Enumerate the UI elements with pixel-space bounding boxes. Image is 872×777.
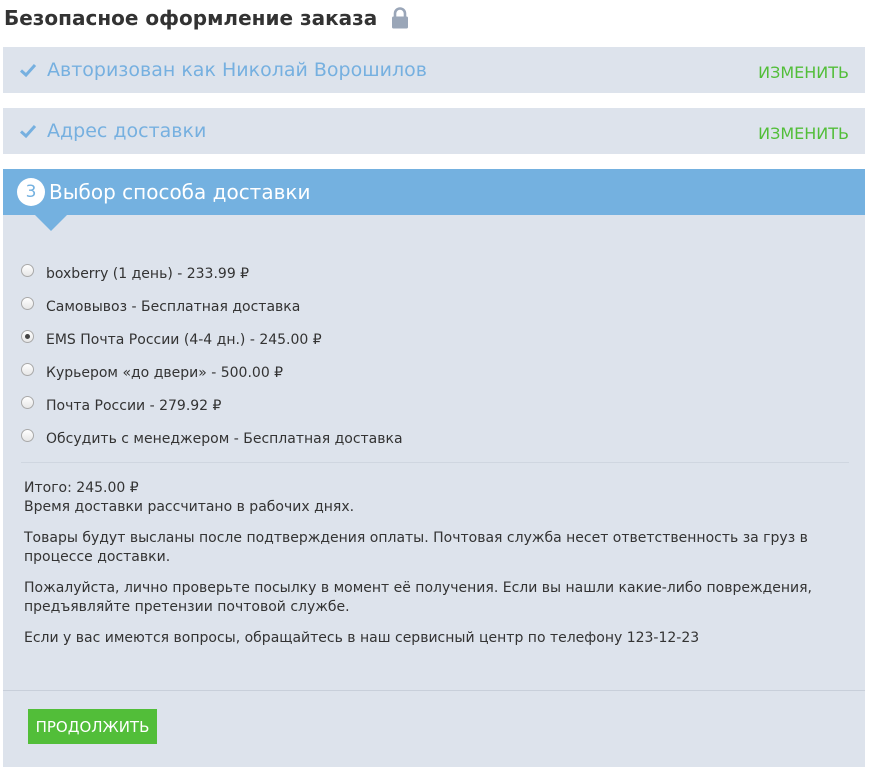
option-label: Самовывоз - Бесплатная доставка [46, 298, 301, 315]
step-title: Авторизован как Николай Ворошилов [47, 59, 427, 81]
delivery-option-ems[interactable]: EMS Почта России (4-4 дн.) - 245.00 ₽ [21, 323, 851, 356]
step-delivery-address: Адрес доставки ИЗМЕНИТЬ [3, 108, 865, 154]
delivery-option-russian-post[interactable]: Почта России - 279.92 ₽ [21, 389, 851, 422]
change-address-link[interactable]: ИЗМЕНИТЬ [758, 120, 849, 143]
radio-button[interactable] [21, 429, 34, 442]
step-title: Адрес доставки [47, 120, 207, 142]
info-text: Пожалуйста, лично проверьте посылку в мо… [24, 580, 813, 615]
check-icon [19, 122, 37, 140]
delivery-method-header: 3 Выбор способа доставки [3, 169, 865, 231]
radio-button[interactable] [21, 264, 34, 277]
option-label: Почта России - 279.92 ₽ [46, 397, 222, 414]
page-title-text: Безопасное оформление заказа [4, 6, 378, 30]
radio-button[interactable] [21, 363, 34, 376]
change-authorization-link[interactable]: ИЗМЕНИТЬ [758, 59, 849, 82]
option-label: Курьером «до двери» - 500.00 ₽ [46, 364, 284, 381]
check-icon [19, 61, 37, 79]
delivery-option-courier[interactable]: Курьером «до двери» - 500.00 ₽ [21, 356, 851, 389]
radio-button[interactable] [21, 396, 34, 409]
delivery-option-pickup[interactable]: Самовывоз - Бесплатная доставка [21, 290, 851, 323]
delivery-option-manager[interactable]: Обсудить с менеджером - Бесплатная доста… [21, 422, 851, 455]
option-label: boxberry (1 день) - 233.99 ₽ [46, 265, 250, 282]
delivery-option-boxberry[interactable]: boxberry (1 день) - 233.99 ₽ [21, 257, 851, 290]
continue-button[interactable]: ПРОДОЛЖИТЬ [28, 709, 157, 744]
divider [21, 462, 849, 463]
divider [3, 690, 865, 691]
radio-button[interactable] [21, 297, 34, 310]
info-text: Если у вас имеются вопросы, обращайтесь … [24, 630, 700, 646]
option-label: Обсудить с менеджером - Бесплатная доста… [46, 430, 403, 447]
step-number-badge: 3 [17, 178, 45, 206]
radio-button-selected[interactable] [21, 330, 34, 343]
order-total: Итого: 245.00 ₽ [24, 480, 139, 496]
delivery-options: boxberry (1 день) - 233.99 ₽ Самовывоз -… [21, 257, 851, 455]
info-text: Товары будут высланы после подтверждения… [24, 530, 808, 565]
step-authorization: Авторизован как Николай Ворошилов ИЗМЕНИ… [3, 47, 865, 93]
option-label: EMS Почта России (4-4 дн.) - 245.00 ₽ [46, 331, 322, 348]
page-title: Безопасное оформление заказа [4, 6, 409, 30]
info-text: Время доставки рассчитано в рабочих днях… [24, 499, 355, 515]
delivery-method-panel: 3 Выбор способа доставки boxberry (1 ден… [3, 169, 865, 767]
lock-icon [391, 7, 409, 29]
delivery-info: Итого: 245.00 ₽ Время доставки рассчитан… [24, 479, 854, 660]
delivery-method-title: Выбор способа доставки [49, 180, 311, 204]
